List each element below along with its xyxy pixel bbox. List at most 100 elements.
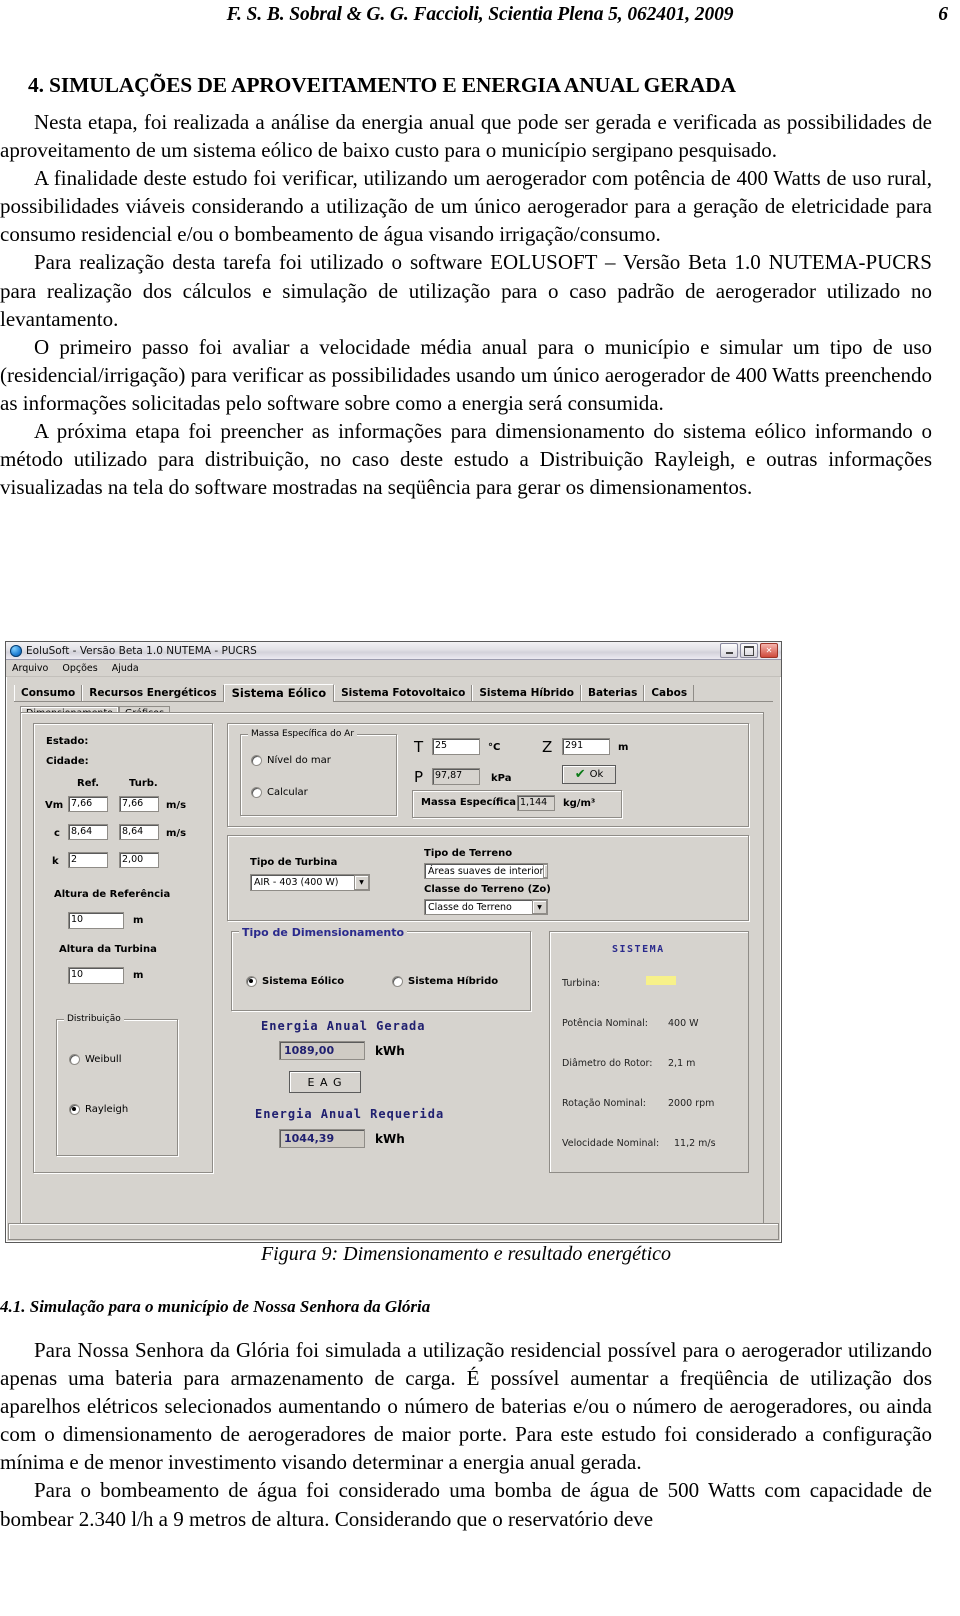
running-head: F. S. B. Sobral & G. G. Faccioli, Scient… [0,4,960,26]
altitude-input[interactable]: 291 [562,738,610,755]
subsection-paragraph-2: Para o bombeamento de água foi considera… [0,1478,932,1531]
c-turb-input[interactable]: 8,64 [119,824,159,840]
sistema-row-potencia-label: Potência Nominal: [562,1018,648,1029]
radio-calcular[interactable]: Calcular [251,787,308,798]
minimize-icon[interactable] [720,643,738,658]
temperature-label: T [414,738,424,756]
running-head-title: F. S. B. Sobral & G. G. Faccioli, Scient… [226,4,734,25]
altura-turbina-input[interactable]: 10 [68,967,124,984]
vm-turb-input[interactable]: 7,66 [119,796,159,812]
sistema-panel-title: SISTEMA [612,944,665,955]
k-turb-input[interactable]: 2,00 [119,852,159,868]
menu-bar: Arquivo Opções Ajuda [6,660,781,677]
tab-sistema-fotovoltaico[interactable]: Sistema Fotovoltaico [334,685,473,701]
column-header-ref: Ref. [77,778,100,789]
chevron-down-icon-3[interactable]: ▼ [532,900,547,914]
radio-calcular-dot [251,787,262,798]
subsection-heading: 4.1. Simulação para o município de Nossa… [0,1297,431,1316]
sistema-row-rotacao-label: Rotação Nominal: [562,1098,646,1109]
menu-item-arquivo[interactable]: Arquivo [12,663,48,674]
sistema-row-turbina-label: Turbina: [562,978,600,989]
altura-referencia-unit: m [133,915,144,926]
sistema-row-rotacao-value: 2000 rpm [668,1098,715,1109]
document-page: F. S. B. Sobral & G. G. Faccioli, Scient… [0,0,960,1616]
row-label-c: c [54,828,60,839]
energia-anual-gerada-unit: kWh [375,1044,405,1058]
radio-weibull[interactable]: Weibull [69,1054,121,1065]
main-tab-strip: Consumo Recursos Energéticos Sistema Eól… [14,684,773,702]
tipo-terreno-select[interactable]: Áreas suaves de interior ▼ [424,863,548,879]
tipo-turbina-select[interactable]: AIR - 403 (400 W) ▼ [250,874,370,891]
chevron-down-icon[interactable]: ▼ [354,875,369,890]
pressure-value: 97,87 [432,768,480,785]
paragraph-1: Nesta etapa, foi realizada a análise da … [0,110,932,163]
radio-sistema-eolico[interactable]: Sistema Eólico [246,976,344,987]
sistema-row-potencia-value: 400 W [668,1018,699,1029]
tipo-terreno-value: Áreas suaves de interior [428,865,544,877]
energia-anual-requerida-unit: kWh [375,1132,405,1146]
pressure-unit: kPa [491,773,512,784]
k-ref-input[interactable]: 2 [68,852,108,868]
radio-nivel-do-mar-label: Nível do mar [267,755,331,766]
tab-sistema-hibrido[interactable]: Sistema Híbrido [472,685,581,701]
column-header-turb: Turb. [129,778,158,789]
menu-item-ajuda[interactable]: Ajuda [112,663,139,674]
window-controls: ✕ [720,643,778,658]
radio-rayleigh[interactable]: Rayleigh [69,1104,128,1115]
radio-nivel-do-mar[interactable]: Nível do mar [251,755,331,766]
classe-terreno-select[interactable]: Classe do Terreno ▼ [424,899,548,915]
section-heading: 4. SIMULAÇÕES DE APROVEITAMENTO E ENERGI… [28,73,736,97]
radio-nivel-do-mar-dot [251,755,262,766]
row-label-vm: Vm [45,800,64,811]
tab-baterias[interactable]: Baterias [581,685,645,701]
paragraph-2: A finalidade deste estudo foi verificar,… [0,166,932,247]
massa-especifica-label: Massa Específica = [421,797,528,808]
tab-recursos-energeticos[interactable]: Recursos Energéticos [82,685,224,701]
estado-label: Estado: [46,736,89,747]
turbina-terreno-panel: Tipo de Turbina AIR - 403 (400 W) ▼ Tipo… [227,835,749,921]
page-number: 6 [938,4,948,25]
status-bar [8,1223,779,1240]
energia-anual-requerida-title: Energia Anual Requerida [255,1107,445,1121]
tab-sistema-eolico[interactable]: Sistema Eólico [223,684,335,702]
tipo-dimensionamento-group: Tipo de Dimensionamento Sistema Eólico S… [231,926,531,1011]
energia-anual-gerada-title: Energia Anual Gerada [261,1019,426,1033]
radio-sistema-hibrido-dot [392,976,403,987]
temperature-input[interactable]: 25 [432,738,480,755]
close-icon[interactable]: ✕ [760,643,778,658]
maximize-icon[interactable] [740,643,758,658]
energia-anual-gerada-value: 1089,00 [279,1041,365,1060]
massa-especifica-unit: kg/m³ [563,798,596,809]
paragraph-3: Para realização desta tarefa foi utiliza… [0,250,932,331]
classe-terreno-value: Classe do Terreno [428,901,512,913]
vm-ref-input[interactable]: 7,66 [68,796,108,812]
turbina-value-highlight [646,976,676,985]
chevron-down-icon-2[interactable]: ▼ [543,864,547,878]
ok-button[interactable]: ✔ Ok [562,765,616,784]
massa-especifica-panel: Massa Específica do Ar Nível do mar Calc… [227,723,749,827]
energia-anual-requerida-value: 1044,39 [279,1129,365,1148]
radio-sistema-eolico-dot [246,976,257,987]
eag-button[interactable]: E A G [289,1071,361,1093]
pressure-label: P [414,768,424,786]
c-ref-input[interactable]: 8,64 [68,824,108,840]
row-label-k: k [52,856,59,867]
radio-sistema-hibrido[interactable]: Sistema Híbrido [392,976,498,987]
c-unit: m/s [166,828,187,839]
tab-cabos[interactable]: Cabos [644,685,695,701]
window-title-bar: EoluSoft - Versão Beta 1.0 NUTEMA - PUCR… [6,642,781,660]
figure-caption: Figura 9: Dimensionamento e resultado en… [260,1243,672,1265]
paragraph-4: O primeiro passo foi avaliar a velocidad… [0,334,932,415]
ok-button-label: Ok [589,769,604,780]
radio-sistema-eolico-label: Sistema Eólico [262,976,345,987]
altitude-label: Z [542,738,553,756]
radio-calcular-label: Calcular [267,787,308,798]
vm-unit: m/s [166,800,187,811]
tipo-dimensionamento-label: Tipo de Dimensionamento [239,926,408,939]
section-body: Nesta etapa, foi realizada a análise da … [0,108,932,501]
massa-especifica-do-ar-group: Massa Específica do Ar Nível do mar Calc… [240,729,397,816]
altura-referencia-input[interactable]: 10 [68,912,124,929]
radio-rayleigh-dot [69,1104,80,1115]
tab-consumo[interactable]: Consumo [14,685,83,701]
menu-item-opcoes[interactable]: Opções [62,663,97,674]
